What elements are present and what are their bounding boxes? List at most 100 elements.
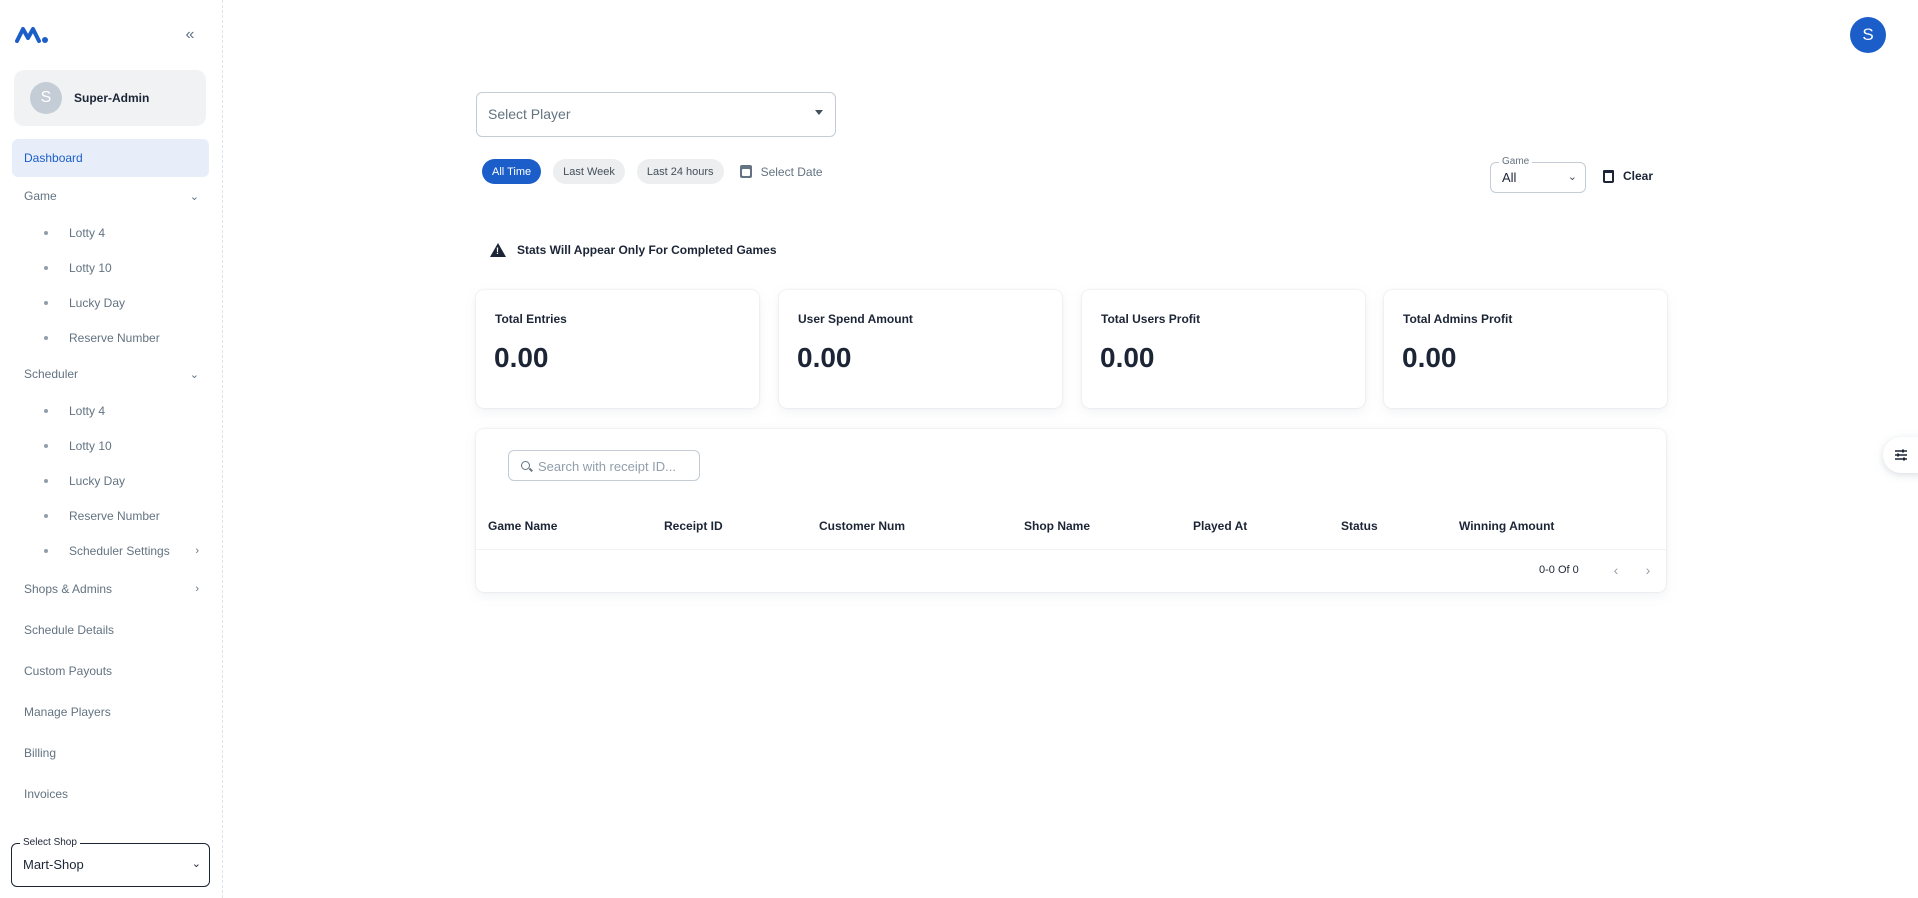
table-divider [476, 549, 1666, 550]
account-avatar[interactable]: S [1850, 17, 1886, 53]
sidebar-subitem-scheduler-reserve-number[interactable]: Reserve Number [12, 498, 209, 533]
sidebar: « S Super-Admin Dashboard Game ⌄ Lotty 4… [0, 0, 223, 898]
bullet-icon [44, 336, 48, 340]
shop-select[interactable]: Select Shop Mart-Shop ⌄ [11, 837, 210, 887]
bullet-icon [44, 301, 48, 305]
calendar-icon [739, 165, 752, 178]
notice-text: Stats Will Appear Only For Completed Gam… [517, 243, 777, 257]
stat-value: 0.00 [1402, 342, 1457, 373]
logo-icon[interactable] [15, 24, 49, 44]
column-header-customer-num[interactable]: Customer Num [819, 519, 905, 533]
sidebar-item-label: Scheduler [24, 367, 79, 381]
sidebar-item-label: Scheduler Settings [69, 543, 170, 558]
sidebar-subitem-game-lotty4[interactable]: Lotty 4 [12, 215, 209, 250]
column-header-played-at[interactable]: Played At [1193, 519, 1247, 533]
receipts-table-card: Game Name Receipt ID Customer Num Shop N… [476, 429, 1666, 592]
time-filter-chips: All Time Last Week Last 24 hours Select … [482, 159, 823, 184]
warning-icon [490, 243, 506, 257]
column-header-winning-amount[interactable]: Winning Amount [1459, 519, 1554, 533]
stat-card-total-users-profit: Total Users Profit 0.00 [1082, 290, 1365, 408]
stat-card-user-spend-amount: User Spend Amount 0.00 [779, 290, 1062, 408]
stat-value: 0.00 [1100, 342, 1155, 373]
sidebar-item-label: Lotty 4 [69, 403, 106, 418]
sidebar-item-scheduler[interactable]: Scheduler ⌄ [12, 355, 209, 393]
sidebar-subitem-scheduler-lotty10[interactable]: Lotty 10 [12, 428, 209, 463]
stat-card-total-admins-profit: Total Admins Profit 0.00 [1384, 290, 1667, 408]
search-icon [521, 461, 530, 470]
game-filter-label: Game [1499, 156, 1533, 167]
settings-drawer-toggle[interactable] [1883, 437, 1918, 473]
column-header-status[interactable]: Status [1341, 519, 1378, 533]
bullet-icon [44, 514, 48, 518]
chevron-down-icon: ⌄ [189, 368, 199, 381]
sidebar-item-label: Lucky Day [69, 473, 126, 488]
chip-last-week[interactable]: Last Week [553, 159, 625, 184]
chevron-right-icon: › [195, 582, 199, 595]
sidebar-subitem-scheduler-settings[interactable]: Scheduler Settings › [12, 533, 209, 568]
sidebar-item-label: Lotty 10 [69, 438, 112, 453]
receipt-search-box[interactable] [508, 450, 700, 481]
chevron-right-icon[interactable]: › [1638, 560, 1658, 580]
bullet-icon [44, 549, 48, 553]
sidebar-item-billing[interactable]: Billing [12, 732, 209, 773]
user-name: Super-Admin [74, 91, 150, 105]
chevron-down-icon: ⌄ [189, 190, 199, 203]
bullet-icon [44, 479, 48, 483]
sliders-icon [1895, 449, 1907, 461]
game-filter-select[interactable]: Game All ⌄ [1490, 156, 1586, 193]
clear-button[interactable]: Clear [1603, 169, 1653, 183]
sidebar-item-label: Reserve Number [69, 330, 160, 345]
chip-last-24-hours[interactable]: Last 24 hours [636, 159, 724, 184]
column-header-shop-name[interactable]: Shop Name [1024, 519, 1090, 533]
chevron-right-icon: › [195, 544, 199, 557]
sidebar-subitem-game-lucky-day[interactable]: Lucky Day [12, 285, 209, 320]
receipt-search-input[interactable] [538, 457, 693, 475]
pagination-info: 0-0 Of 0 [1539, 564, 1579, 576]
sidebar-item-schedule-details[interactable]: Schedule Details [12, 609, 209, 650]
collapse-sidebar-icon[interactable]: « [180, 25, 200, 45]
game-filter-value: All [1502, 170, 1517, 185]
stat-value: 0.00 [494, 342, 549, 373]
sidebar-item-invoices[interactable]: Invoices [12, 773, 209, 814]
sidebar-item-label: Lotty 4 [69, 225, 106, 240]
sidebar-item-custom-payouts[interactable]: Custom Payouts [12, 650, 209, 691]
column-header-game-name[interactable]: Game Name [488, 519, 557, 533]
player-select-placeholder: Select Player [488, 106, 571, 122]
sidebar-subitem-game-reserve-number[interactable]: Reserve Number [12, 320, 209, 355]
sidebar-item-label: Reserve Number [69, 508, 160, 523]
user-card[interactable]: S Super-Admin [14, 70, 206, 126]
stat-label: Total Users Profit [1101, 312, 1201, 326]
caret-down-icon [815, 110, 823, 115]
sidebar-nav: Dashboard Game ⌄ Lotty 4 Lotty 10 Lucky … [12, 139, 209, 814]
stat-card-total-entries: Total Entries 0.00 [476, 290, 759, 408]
completed-games-notice: Stats Will Appear Only For Completed Gam… [490, 243, 777, 257]
sidebar-item-manage-players[interactable]: Manage Players [12, 691, 209, 732]
sidebar-item-shops-admins[interactable]: Shops & Admins › [12, 568, 209, 609]
trash-icon [1603, 169, 1614, 183]
chip-all-time[interactable]: All Time [482, 159, 542, 184]
stat-label: Total Entries [495, 312, 567, 326]
sidebar-item-label: Lucky Day [69, 295, 126, 310]
bullet-icon [44, 231, 48, 235]
chevron-down-icon: ⌄ [1567, 171, 1577, 183]
sidebar-item-label: Game [24, 189, 57, 203]
chevron-left-icon[interactable]: ‹ [1606, 560, 1626, 580]
sidebar-subitem-game-lotty10[interactable]: Lotty 10 [12, 250, 209, 285]
clear-label: Clear [1623, 169, 1654, 183]
stat-label: Total Admins Profit [1403, 312, 1513, 326]
select-date-button[interactable]: Select Date [739, 164, 823, 179]
sidebar-item-label: Shops & Admins [24, 581, 113, 596]
shop-select-label: Select Shop [20, 837, 80, 848]
chevron-down-icon: ⌄ [191, 858, 201, 870]
sidebar-item-label: Lotty 10 [69, 260, 112, 275]
player-select[interactable]: Select Player [476, 92, 836, 137]
select-date-label: Select Date [760, 164, 823, 179]
sidebar-item-game[interactable]: Game ⌄ [12, 177, 209, 215]
sidebar-item-dashboard[interactable]: Dashboard [12, 139, 209, 177]
column-header-receipt-id[interactable]: Receipt ID [664, 519, 723, 533]
sidebar-subitem-scheduler-lotty4[interactable]: Lotty 4 [12, 393, 209, 428]
bullet-icon [44, 444, 48, 448]
shop-select-value: Mart-Shop [23, 857, 84, 872]
sidebar-subitem-scheduler-lucky-day[interactable]: Lucky Day [12, 463, 209, 498]
avatar: S [30, 82, 62, 114]
